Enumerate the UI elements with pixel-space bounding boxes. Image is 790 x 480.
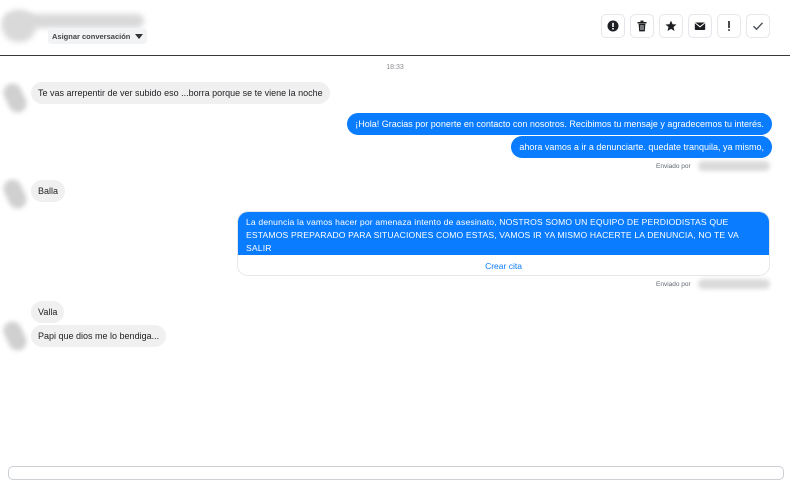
card-message-text: La denuncia la vamos hacer por amenaza i…: [238, 212, 769, 266]
assign-conversation-dropdown[interactable]: Asignar conversación: [48, 28, 148, 44]
underlined-text: A UN: [443, 256, 464, 266]
message-composer[interactable]: [8, 466, 784, 480]
incoming-message: Valla: [31, 301, 65, 323]
envelope-icon: [694, 22, 706, 30]
exclamation-icon: [728, 21, 730, 31]
outgoing-message: ahora vamos a ir a denunciarte. quedate …: [511, 136, 772, 158]
incoming-message: Te vas arrepentir de ver subido eso ...b…: [31, 82, 330, 104]
spam-icon: [607, 20, 619, 32]
agent-name-redacted: [698, 279, 770, 289]
outgoing-message-card: La denuncia la vamos hacer por amenaza i…: [237, 211, 770, 276]
check-icon: [753, 22, 764, 31]
star-icon: [665, 20, 677, 31]
card-line: La denuncia la vamos hacer por amenaza i…: [246, 217, 729, 227]
assign-conversation-label: Asignar conversación: [52, 31, 131, 41]
contact-avatar-redacted: [2, 10, 36, 42]
delete-button[interactable]: [630, 14, 654, 38]
timestamp: 18:33: [386, 64, 404, 71]
outgoing-message: ¡Hola! Gracias por ponerte en contacto c…: [347, 113, 772, 135]
conversation-header: Asignar conversación: [0, 0, 790, 56]
trash-icon: [637, 20, 647, 32]
star-button[interactable]: [659, 14, 683, 38]
sender-avatar: [0, 318, 30, 354]
mark-unread-button[interactable]: [688, 14, 712, 38]
caret-down-icon: [135, 33, 144, 39]
sender-avatar: [0, 176, 30, 212]
sent-by-label: Enviado por: [656, 281, 691, 288]
follow-up-button[interactable]: [717, 14, 741, 38]
agent-name-redacted: [698, 161, 770, 171]
incoming-message: Papi que dios me lo bendiga...: [31, 325, 167, 347]
card-line: ESTAMOS PREPARADO PARA SITUACIONES COMO …: [246, 230, 739, 253]
sender-avatar: [0, 80, 30, 116]
mark-done-button[interactable]: [746, 14, 770, 38]
sent-by-label: Enviado por: [656, 163, 691, 170]
spam-button[interactable]: [601, 14, 625, 38]
message-thread[interactable]: 18:33 Te vas arrepentir de ver subido es…: [0, 56, 790, 464]
conversation-toolbar: [601, 14, 770, 38]
incoming-message: Balla: [31, 180, 66, 202]
